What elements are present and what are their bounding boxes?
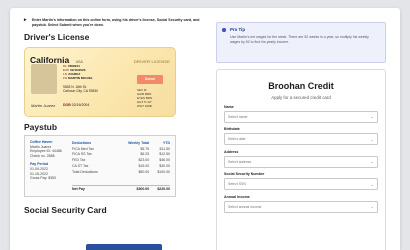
field-label: Address	[224, 149, 239, 154]
address-line-2: Calhoun City, CA 93530	[63, 89, 98, 94]
address-select[interactable]: Select address ⌄	[224, 155, 378, 168]
drivers-license-card: California USA DRIVER LICENSE DL 7889944…	[24, 47, 176, 117]
chevron-down-icon: ⌄	[370, 204, 374, 209]
paystub: Coffee Haven Martin Juarez Employee ID: …	[24, 135, 176, 197]
license-type: DRIVER LICENSE	[133, 59, 170, 64]
ssn-field: Social Security Number Select SSN ⌄	[224, 172, 378, 190]
birthdate-field: Birthdate Select date ⌄	[224, 127, 378, 145]
ssc-heading: Social Security Card	[24, 205, 107, 215]
pro-tip-box: Pro Tip Use Martin's net wages for the w…	[216, 22, 386, 63]
weight: WGT 160lb	[137, 104, 153, 108]
paystub-heading: Paystub	[24, 122, 58, 132]
credit-application-form: Broohan Credit Apply for a secured credi…	[216, 69, 386, 250]
donor-stamp: Donor	[137, 75, 163, 84]
license-identity: DL 7889944 EXP 02/16/2026 LN JUAREZ FN M…	[63, 64, 93, 80]
documents-panel: ▸ Enter Martin's information on this onl…	[24, 18, 210, 215]
application-panel: Pro Tip Use Martin's net wages for the w…	[216, 22, 386, 250]
net-pay-ytd: $220.00	[149, 184, 170, 192]
gross-pay: Gross Pay: $350	[30, 176, 57, 181]
net-pay-row: Net Pay $300.00 $220.00	[72, 184, 170, 192]
select-placeholder: Select SSN	[228, 182, 246, 186]
field-label: Annual Income	[224, 194, 250, 199]
license-address: 9528 N. 16th St. Calhoun City, CA 93530	[63, 85, 98, 94]
name-field: Name Select name ⌄	[224, 105, 378, 123]
instructions: ▸ Enter Martin's information on this onl…	[24, 18, 210, 28]
annual-income-field: Annual Income Select annual income ⌄	[224, 195, 378, 213]
chevron-down-icon: ⌄	[370, 114, 374, 119]
license-photo	[31, 64, 57, 94]
field-label: Birthdate	[224, 127, 240, 131]
form-subtitle: Apply for a secured credit card	[271, 95, 331, 100]
instructions-text: Enter Martin's information on this onlin…	[32, 18, 200, 27]
fn-label: FN	[63, 76, 68, 81]
address-field: Address Select address ⌄	[224, 150, 378, 168]
field-label: Name	[224, 104, 234, 109]
select-placeholder: Select date	[228, 137, 246, 141]
chevron-down-icon: ⌄	[370, 181, 374, 187]
net-pay-label: Net Pay	[72, 184, 115, 192]
ssn-select[interactable]: Select SSN ⌄	[224, 178, 378, 190]
chevron-down-icon: ⌄	[370, 159, 374, 164]
select-placeholder: Select annual income	[228, 204, 262, 209]
license-physical: SEX M HAIR BRN EYES BRN HGT 5'-10" WGT 1…	[137, 88, 152, 108]
activity-sheet: ▸ Enter Martin's information on this onl…	[10, 8, 400, 250]
paystub-employee-info: Coffee Haven Martin Juarez Employee ID: …	[30, 140, 68, 192]
chevron-down-icon: ⌄	[370, 136, 374, 142]
name-select[interactable]: Select name ⌄	[224, 110, 378, 123]
arrow-right-icon: ▸	[24, 17, 27, 23]
info-bullet-icon	[222, 28, 226, 32]
select-placeholder: Select name	[228, 114, 248, 119]
bank-name: Broohan Credit	[268, 81, 334, 91]
dob-value: 02/16/2004	[71, 103, 90, 107]
license-heading: Driver's License	[24, 32, 90, 42]
pro-tip-title: Pro Tip	[230, 27, 246, 32]
license-header: California USA DRIVER LICENSE	[25, 48, 175, 65]
annual-income-select[interactable]: Select annual income ⌄	[224, 200, 378, 213]
license-dob: DOB 02/16/2004	[63, 103, 89, 107]
deductions-table: Deductions Weekly Total YTD FICA Med Tax…	[72, 140, 170, 192]
net-pay-weekly: $300.00	[114, 184, 150, 192]
dob-label: DOB	[63, 103, 71, 107]
pro-tip-text: Use Martin's net wages for the week. The…	[230, 35, 369, 44]
social-security-card	[86, 244, 162, 250]
license-signature: Martin Juarez	[31, 103, 56, 108]
birthdate-select[interactable]: Select date ⌄	[224, 133, 378, 145]
first-name: MARTIN MIGUEL	[68, 76, 93, 81]
field-label: Social Security Number	[224, 172, 265, 176]
select-placeholder: Select address	[228, 159, 252, 164]
